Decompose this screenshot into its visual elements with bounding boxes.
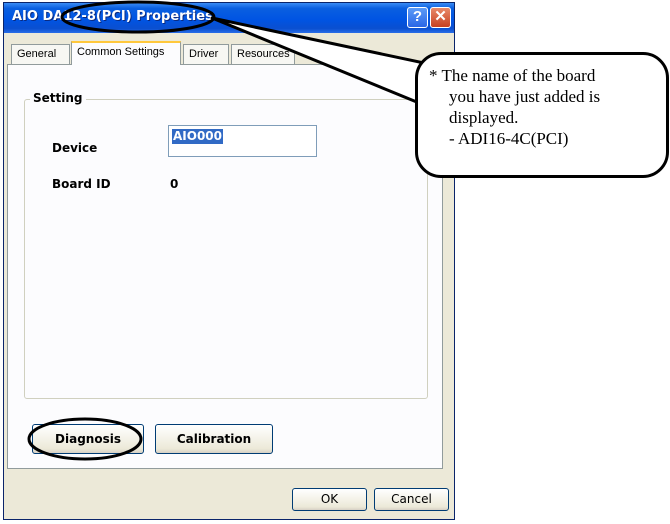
cancel-button[interactable]: Cancel [374, 488, 449, 511]
device-label: Device [52, 141, 98, 155]
callout-line: you have just added is [449, 87, 601, 106]
help-button[interactable]: ? [407, 7, 428, 28]
window-title: AIO DA12-8(PCI) Properties [12, 9, 213, 24]
tab-common-settings[interactable]: Common Settings [71, 41, 181, 65]
title-bar[interactable]: AIO DA12-8(PCI) Properties ? ✕ [4, 3, 454, 33]
callout-text: * The name of the board you have just ad… [429, 65, 665, 149]
callout-line: * The name of the board [429, 66, 596, 85]
device-value: AIO000 [172, 129, 224, 144]
board-id-label: Board ID [52, 177, 111, 191]
device-field[interactable]: AIO000 [168, 125, 317, 157]
setting-group-label: Setting [30, 91, 86, 105]
close-button[interactable]: ✕ [430, 7, 451, 28]
board-id-value: 0 [170, 177, 179, 191]
tab-general[interactable]: General [11, 44, 70, 64]
ok-button[interactable]: OK [292, 488, 367, 511]
close-icon: ✕ [434, 8, 447, 25]
tab-resources[interactable]: Resources [231, 44, 295, 64]
tab-driver[interactable]: Driver [183, 44, 229, 64]
calibration-button[interactable]: Calibration [155, 424, 273, 454]
diagnosis-button[interactable]: Diagnosis [32, 424, 144, 454]
help-icon: ? [412, 8, 423, 25]
callout-line: - ADI16-4C(PCI) [449, 129, 569, 148]
callout-line: displayed. [449, 108, 519, 127]
